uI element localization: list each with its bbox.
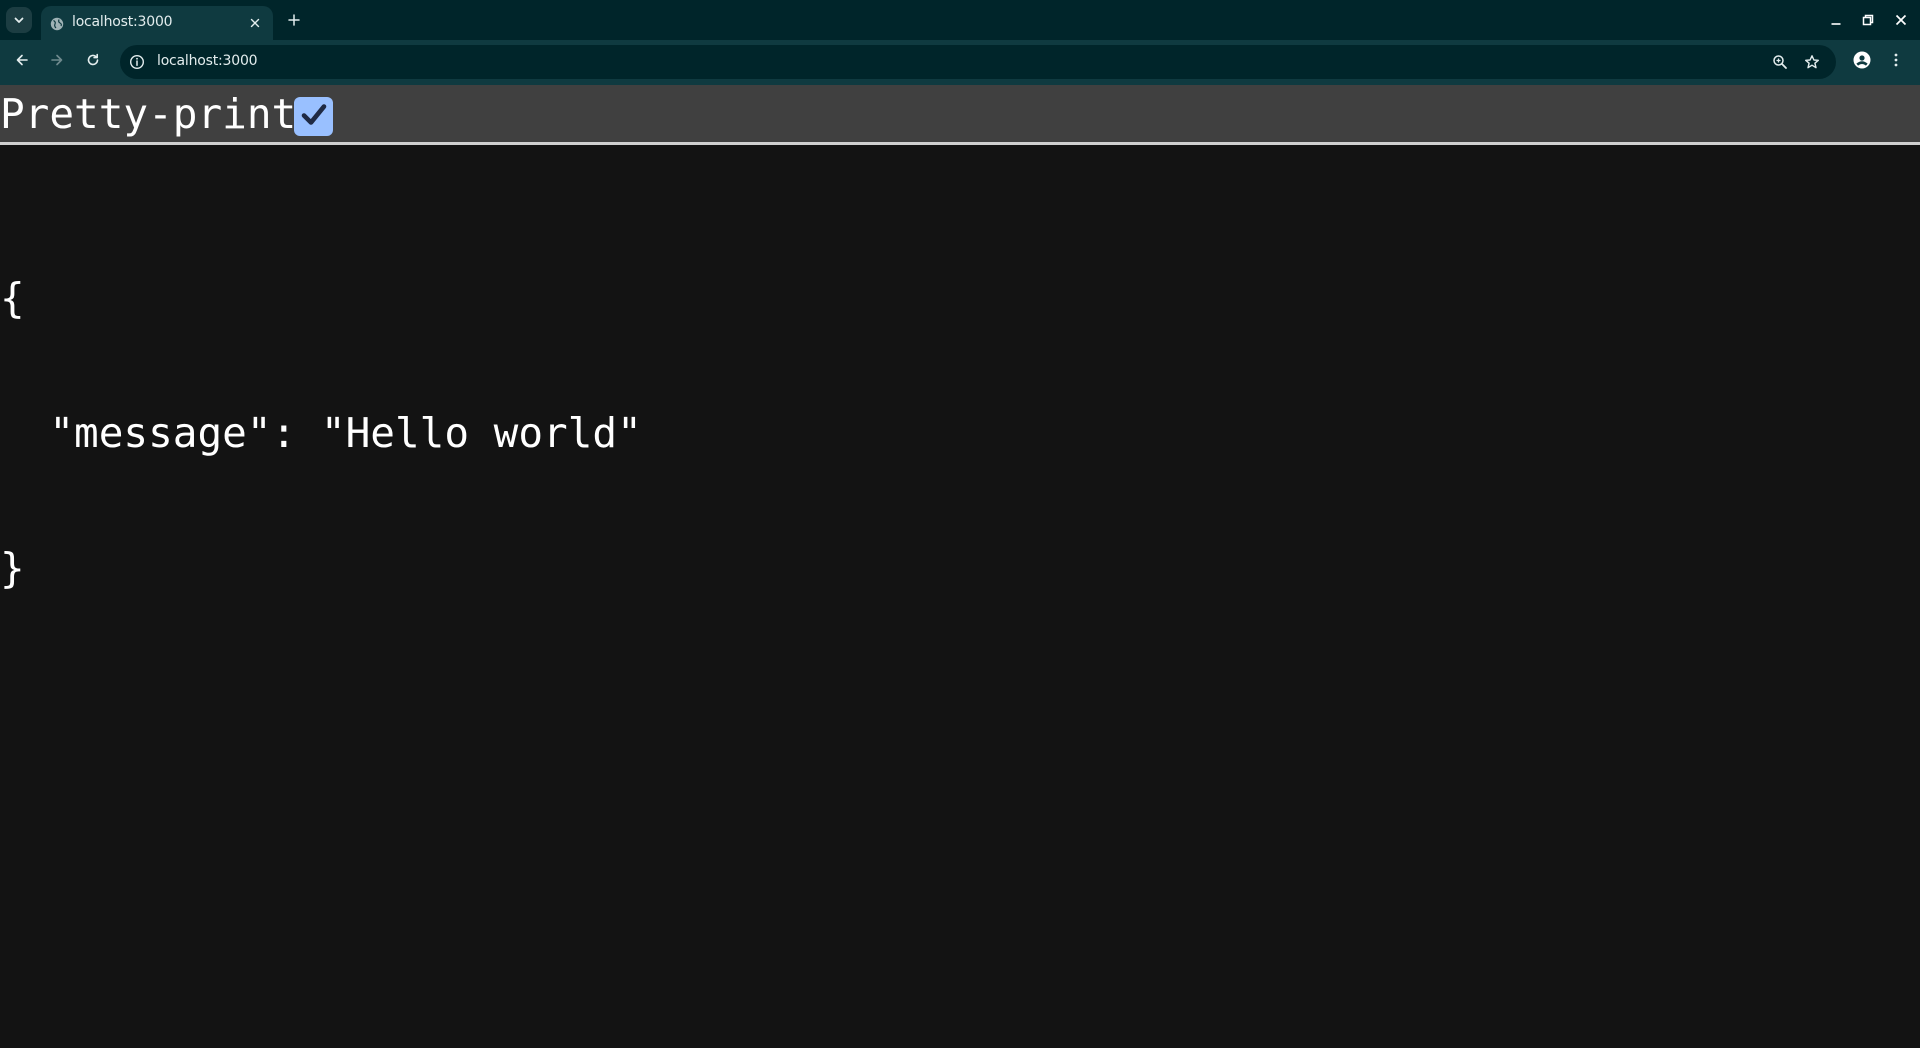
site-info-icon[interactable]: [129, 54, 145, 70]
profile-button[interactable]: [1848, 48, 1876, 76]
globe-icon: [50, 16, 64, 31]
pretty-print-label[interactable]: Pretty-print: [0, 91, 296, 137]
minimize-button[interactable]: [1826, 10, 1846, 30]
tab-title: localhost:3000: [72, 14, 173, 30]
json-line: }: [0, 544, 25, 592]
restore-button[interactable]: [1858, 10, 1878, 30]
bookmark-star-icon[interactable]: [1802, 52, 1822, 72]
url-text[interactable]: localhost:3000: [157, 53, 258, 69]
close-icon: [1895, 11, 1907, 30]
arrow-right-icon: [49, 52, 65, 72]
browser-menu-button[interactable]: [1882, 48, 1910, 76]
page-content: Pretty-print { "message": "Hello world" …: [0, 85, 1920, 1048]
close-window-button[interactable]: [1891, 10, 1911, 30]
close-tab-icon[interactable]: [247, 15, 263, 31]
tab-search-button[interactable]: [6, 7, 32, 33]
new-tab-button[interactable]: [283, 9, 305, 31]
zoom-icon[interactable]: [1770, 52, 1790, 72]
address-bar[interactable]: localhost:3000: [120, 45, 1836, 79]
plus-icon: [288, 11, 300, 30]
reload-icon: [85, 52, 101, 72]
browser-toolbar: localhost:3000: [0, 40, 1920, 85]
json-line: {: [0, 274, 25, 322]
minimize-icon: [1830, 11, 1842, 30]
reload-button[interactable]: [79, 48, 107, 76]
avatar-icon: [1853, 51, 1871, 73]
forward-button[interactable]: [43, 48, 71, 76]
restore-icon: [1862, 11, 1874, 30]
checkmark-icon: [299, 100, 329, 134]
pretty-print-checkbox[interactable]: [294, 97, 333, 136]
arrow-left-icon: [14, 52, 30, 72]
pretty-print-bar: Pretty-print: [0, 85, 1920, 145]
tab-strip: localhost:3000: [0, 0, 1920, 40]
chevron-down-icon: [13, 11, 25, 30]
back-button[interactable]: [8, 48, 36, 76]
kebab-menu-icon: [1888, 52, 1904, 72]
tab-active[interactable]: localhost:3000: [41, 6, 273, 40]
json-output: { "message": "Hello world" }: [0, 186, 642, 681]
json-line: "message": "Hello world": [0, 409, 642, 457]
